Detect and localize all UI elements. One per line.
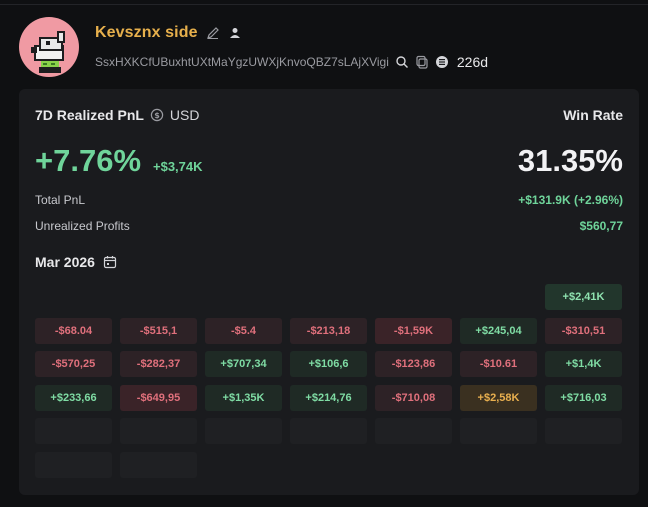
winrate-label: Win Rate (563, 107, 623, 123)
calendar-day-cell[interactable]: +$233,66 (35, 384, 112, 411)
avatar[interactable] (19, 17, 79, 77)
calendar-day-cell[interactable]: -$515,1 (120, 317, 197, 344)
winrate-value: 31.35% (517, 143, 623, 178)
calendar-day-cell[interactable]: +$2,41K (545, 284, 622, 310)
calendar-empty-cell (120, 451, 197, 478)
user-icon[interactable] (228, 26, 242, 40)
calendar-day-cell[interactable]: -$5.4 (205, 317, 282, 344)
pnl-percent: +7.76% (35, 143, 142, 178)
total-pnl-value: +$131.9K (+2.96%) (518, 193, 623, 207)
calendar-day-cell[interactable]: +$1,35K (205, 384, 282, 411)
calendar-empty-cell (375, 418, 452, 444)
calendar-day-cell[interactable]: -$1,59K (375, 317, 452, 344)
calendar-day-cell[interactable]: +$245,04 (460, 317, 537, 344)
wallet-address[interactable]: SsxHXKCfUBuxhtUXtMaYgzUWXjKnvoQBZ7sLAjXV… (95, 55, 389, 69)
pnl-card-title-row: 7D Realized PnL $ USD (35, 107, 199, 123)
currency-toggle[interactable]: USD (170, 107, 200, 123)
calendar-empty-cell (205, 418, 282, 444)
calendar-empty-cell (545, 418, 622, 444)
wallet-age: 226d (456, 54, 489, 70)
calendar-empty-cell (120, 418, 197, 444)
calendar-day-cell[interactable]: -$570,25 (35, 351, 112, 377)
calendar-day-cell[interactable]: -$68.04 (35, 317, 112, 344)
month-label: Mar 2026 (35, 254, 95, 270)
calendar-empty-cell (35, 451, 112, 478)
month-selector[interactable]: Mar 2026 (35, 254, 117, 270)
unrealized-value: $560,77 (579, 219, 623, 233)
calendar-icon[interactable] (103, 255, 117, 269)
calendar-day-cell[interactable]: -$10.61 (460, 351, 537, 377)
unrealized-label: Unrealized Profits (35, 219, 130, 233)
pnl-absolute: +$3,74K (153, 159, 203, 174)
pnl-card: 7D Realized PnL $ USD Win Rate +7.76% +$… (19, 89, 639, 495)
edit-icon[interactable] (206, 26, 220, 40)
search-icon[interactable] (395, 55, 409, 69)
calendar-empty-cell (290, 418, 367, 444)
calendar-day-cell[interactable]: -$213,18 (290, 317, 367, 344)
calendar-day-cell[interactable]: -$310,51 (545, 317, 622, 344)
calendar-empty-cell (35, 418, 112, 444)
calendar-day-cell[interactable]: +$2,58K (460, 384, 537, 411)
calendar-day-cell[interactable]: -$710,08 (375, 384, 452, 411)
calendar-day-cell[interactable]: +$106,6 (290, 351, 367, 377)
total-pnl-label: Total PnL (35, 193, 86, 207)
calendar-day-cell[interactable]: +$716,03 (545, 384, 622, 411)
calendar-day-cell[interactable]: +$707,34 (205, 351, 282, 377)
pixel-creature-icon (31, 31, 65, 73)
calendar-day-cell[interactable]: +$214,76 (290, 384, 367, 411)
svg-text:$: $ (154, 111, 160, 120)
profile-header: Kevsznx side (95, 24, 242, 42)
wallet-name: Kevsznx side (95, 24, 198, 41)
calendar-day-cell[interactable]: -$282,37 (120, 351, 197, 377)
calendar-day-cell[interactable]: -$123,86 (375, 351, 452, 377)
calendar-empty-cell (460, 418, 537, 444)
currency-icon[interactable]: $ (150, 108, 164, 122)
copy-icon[interactable] (415, 55, 429, 69)
pnl-card-title: 7D Realized PnL (35, 107, 144, 123)
address-row: SsxHXKCfUBuxhtUXtMaYgzUWXjKnvoQBZ7sLAjXV… (95, 54, 488, 70)
top-divider (0, 4, 648, 5)
calendar-day-cell[interactable]: -$649,95 (120, 384, 197, 411)
calendar-day-cell[interactable]: +$1,4K (545, 351, 622, 377)
solana-icon (435, 56, 448, 68)
